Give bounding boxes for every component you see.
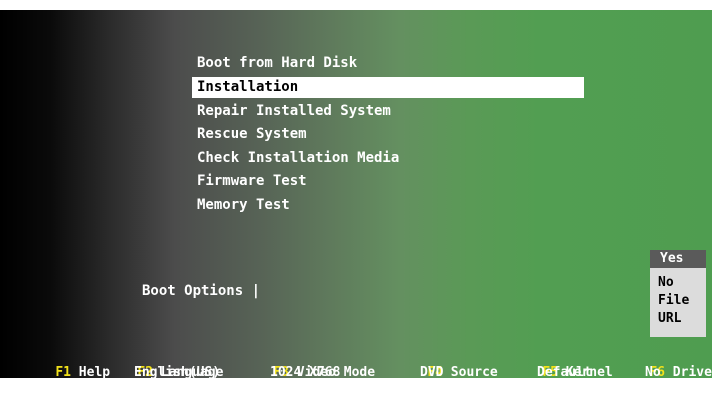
boot-options-input[interactable]: Boot Options |	[142, 281, 260, 301]
menu-item-installation[interactable]: Installation	[192, 77, 584, 98]
driver-popup-menu: Yes No File URL	[650, 250, 706, 337]
f3-value: 1024 X768	[270, 365, 341, 380]
menu-item-firmware-test[interactable]: Firmware Test	[192, 171, 584, 192]
menu-item-repair-installed-system[interactable]: Repair Installed System	[192, 101, 584, 122]
f1-key: F1	[55, 365, 71, 380]
f4-source[interactable]: F4 Source	[396, 344, 498, 401]
driver-option-file[interactable]: File	[650, 292, 706, 310]
driver-option-no[interactable]: No	[650, 274, 706, 292]
menu-item-boot-hard-disk[interactable]: Boot from Hard Disk	[192, 53, 584, 74]
f4-value: DVD	[420, 365, 444, 380]
f6-label: Driver	[672, 365, 712, 380]
f4-label: Source	[450, 365, 498, 380]
boot-screen: Boot from Hard Disk Installation Repair …	[0, 10, 712, 380]
f6-value: No	[645, 365, 661, 380]
menu-item-check-installation-media[interactable]: Check Installation Media	[192, 148, 584, 169]
f6-driver[interactable]: F6 Driver	[618, 344, 712, 401]
menu-item-rescue-system[interactable]: Rescue System	[192, 124, 584, 145]
f2-value: English(US)	[134, 365, 221, 380]
f5-value: Default	[537, 365, 592, 380]
f1-help[interactable]: F1 Help	[24, 344, 110, 401]
driver-option-yes[interactable]: Yes	[650, 250, 706, 268]
driver-option-url[interactable]: URL	[650, 310, 706, 328]
menu-item-memory-test[interactable]: Memory Test	[192, 195, 584, 216]
